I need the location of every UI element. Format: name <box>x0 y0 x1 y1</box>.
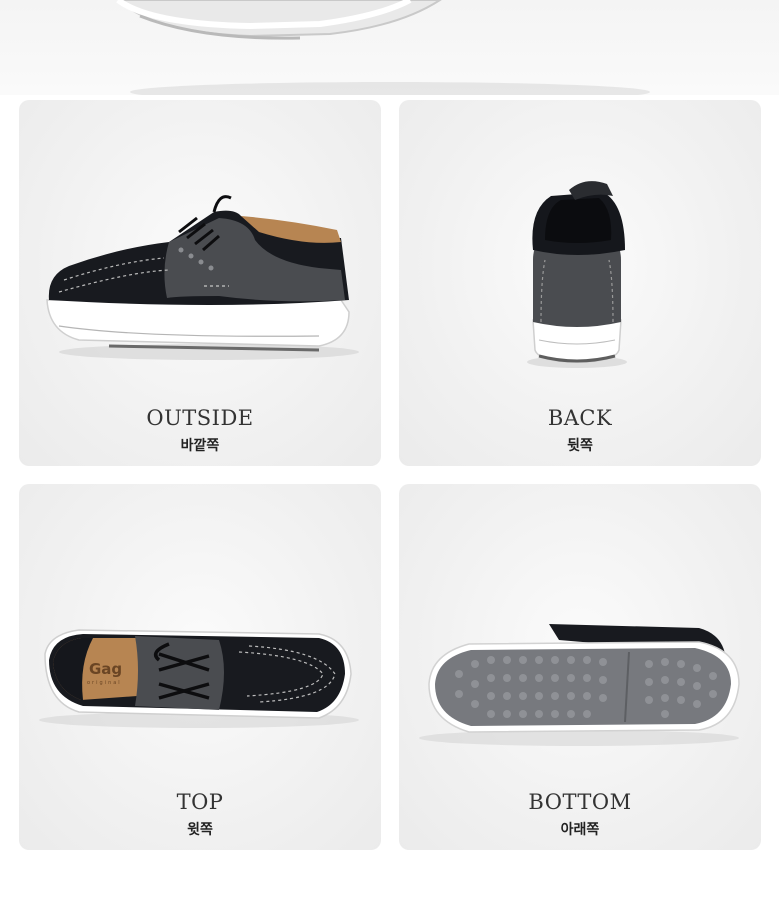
view-card-bottom: BOTTOM 아래쪽 <box>399 484 761 850</box>
view-card-top: Gag original TOP 윗쪽 <box>19 484 381 850</box>
shoe-back-icon <box>527 181 627 368</box>
shoe-side-icon <box>46 195 359 360</box>
shoe-sole-icon <box>419 624 740 746</box>
shoe-sole-edge-icon <box>116 0 650 95</box>
view-label-en: BOTTOM <box>528 790 632 814</box>
view-label-ko: 윗쪽 <box>187 822 213 838</box>
view-label-ko: 바깥쪽 <box>180 438 220 454</box>
view-label-ko: 아래쪽 <box>560 822 600 838</box>
insole-brand-sub: original <box>87 680 122 686</box>
view-label-ko: 뒷쪽 <box>567 438 593 454</box>
shoe-top-icon: Gag original <box>39 629 359 728</box>
insole-brand-logo: Gag <box>89 660 122 678</box>
view-card-outside: OUTSIDE 바깥쪽 <box>19 100 381 466</box>
view-label-en: BACK <box>547 406 613 430</box>
view-label-en: TOP <box>176 790 224 814</box>
view-card-back: BACK 뒷쪽 <box>399 100 761 466</box>
view-label-en: OUTSIDE <box>146 406 254 430</box>
hero-product-image <box>0 0 779 95</box>
